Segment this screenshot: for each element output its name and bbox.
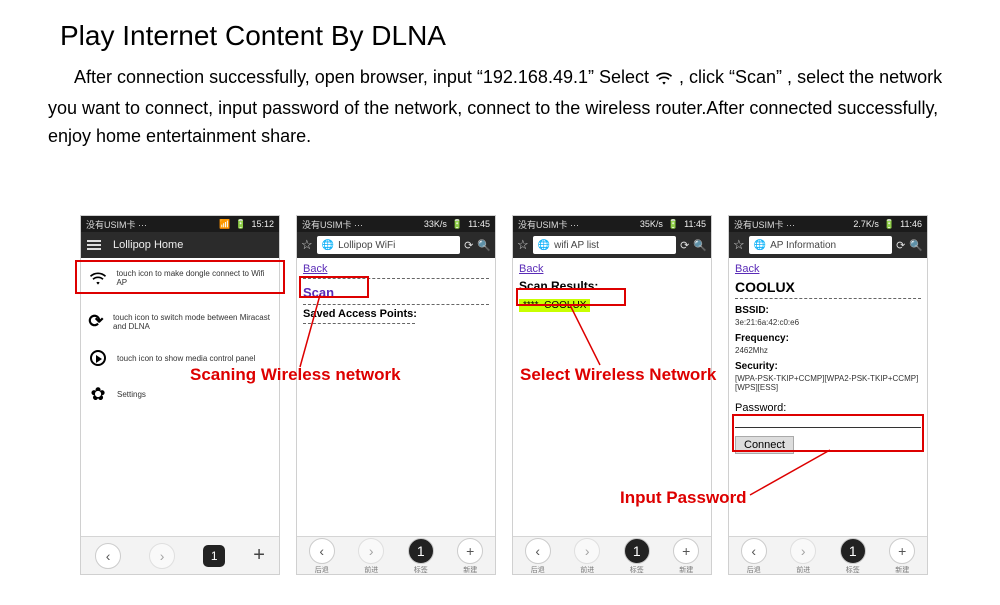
url-field[interactable]: 🌐Lollipop WiFi — [317, 236, 460, 254]
search-icon[interactable]: 🔍 — [909, 239, 923, 252]
password-label: Password: — [735, 402, 921, 414]
annotation-select: Select Wireless Network — [520, 365, 716, 385]
wifi-icon — [654, 67, 674, 95]
gear-icon — [87, 384, 109, 405]
media-control-row[interactable]: touch icon to show media control panel — [87, 350, 273, 366]
browser-bottom-bar: ‹后退 ›前进 1标签 +新建 — [729, 536, 927, 574]
row-label: touch icon to show media control panel — [117, 354, 255, 363]
reload-icon[interactable]: ⟳ — [464, 239, 473, 252]
battery-icon: 🔋 — [452, 219, 463, 230]
back-link[interactable]: Back — [519, 263, 705, 275]
play-icon — [87, 350, 109, 366]
back-link[interactable]: Back — [303, 263, 489, 275]
globe-icon: 🌐 — [538, 240, 550, 251]
carrier-label: 没有USIM卡 ··· — [518, 218, 579, 231]
bookmark-icon[interactable]: ☆ — [733, 237, 745, 253]
new-tab-button[interactable]: + — [457, 538, 483, 564]
carrier-label: 没有USIM卡 ··· — [302, 218, 363, 231]
search-icon[interactable]: 🔍 — [693, 239, 707, 252]
status-bar: 没有USIM卡 ··· 📶 🔋 15:12 — [81, 216, 279, 232]
nav-forward-button[interactable]: › — [574, 538, 600, 564]
battery-icon: 🔋 — [235, 219, 246, 230]
nav-back-button[interactable]: ‹ — [95, 543, 121, 569]
clock-label: 11:46 — [900, 219, 922, 229]
annotation-scan: Scaning Wireless network — [190, 365, 401, 385]
tabs-button[interactable]: 1 — [408, 538, 434, 564]
globe-icon: 🌐 — [754, 240, 766, 251]
speed-label: 2.7K/s — [853, 219, 879, 229]
browser-bottom-bar: ‹后退 ›前进 1标签 +新建 — [297, 536, 495, 574]
nav-forward-button[interactable]: › — [149, 543, 175, 569]
page-title: Play Internet Content By DLNA — [60, 20, 1000, 52]
url-field[interactable]: 🌐wifi AP list — [533, 236, 676, 254]
frequency-label: Frequency: — [735, 333, 921, 344]
highlight-password — [732, 414, 924, 452]
highlight-network — [516, 288, 626, 306]
browser-url-bar: ☆ 🌐wifi AP list ⟳ 🔍 — [513, 232, 711, 258]
bookmark-icon[interactable]: ☆ — [301, 237, 313, 253]
new-tab-button[interactable]: + — [253, 544, 265, 567]
intro-b: , click “Scan” , — [679, 67, 792, 87]
bssid-value: 3e:21:6a:42:c0:e6 — [735, 318, 921, 327]
status-bar: 没有USIM卡 ··· 2.7K/s 🔋 11:46 — [729, 216, 927, 232]
app-header: Lollipop Home — [81, 232, 279, 258]
speed-label: 33K/s — [424, 219, 447, 229]
security-label: Security: — [735, 361, 921, 372]
battery-icon: 🔋 — [884, 219, 895, 230]
screen-scan-results: 没有USIM卡 ··· 35K/s 🔋 11:45 ☆ 🌐wifi AP lis… — [512, 215, 712, 575]
new-tab-button[interactable]: + — [673, 538, 699, 564]
url-field[interactable]: 🌐AP Information — [749, 236, 892, 254]
tabs-badge[interactable]: 1 — [203, 545, 225, 567]
screen-ap-info: 没有USIM卡 ··· 2.7K/s 🔋 11:46 ☆ 🌐AP Informa… — [728, 215, 928, 575]
globe-icon: 🌐 — [322, 240, 334, 251]
browser-bottom-bar: ‹ › 1 + — [81, 536, 279, 574]
clock-label: 11:45 — [468, 219, 490, 229]
app-title: Lollipop Home — [113, 239, 183, 251]
status-bar: 没有USIM卡 ··· 33K/s 🔋 11:45 — [297, 216, 495, 232]
menu-icon[interactable] — [87, 238, 101, 252]
nav-back-button[interactable]: ‹ — [741, 538, 767, 564]
switch-mode-row[interactable]: touch icon to switch mode between Miraca… — [87, 311, 273, 332]
search-icon[interactable]: 🔍 — [477, 239, 491, 252]
screen-home: 没有USIM卡 ··· 📶 🔋 15:12 Lollipop Home touc… — [80, 215, 280, 575]
tabs-button[interactable]: 1 — [624, 538, 650, 564]
tabs-button[interactable]: 1 — [840, 538, 866, 564]
screen-wifi: 没有USIM卡 ··· 33K/s 🔋 11:45 ☆ 🌐Lollipop Wi… — [296, 215, 496, 575]
intro-a: After connection successfully, open brow… — [74, 67, 649, 87]
bssid-label: BSSID: — [735, 305, 921, 316]
clock-label: 11:45 — [684, 219, 706, 229]
refresh-icon — [87, 311, 105, 332]
frequency-value: 2462Mhz — [735, 346, 921, 355]
nav-back-button[interactable]: ‹ — [525, 538, 551, 564]
carrier-label: 没有USIM卡 ··· — [86, 218, 147, 231]
security-value: [WPA-PSK-TKIP+CCMP][WPA2-PSK-TKIP+CCMP][… — [735, 374, 921, 392]
settings-row[interactable]: Settings — [87, 384, 273, 405]
row-label: Settings — [117, 390, 146, 399]
screenshots-row: 没有USIM卡 ··· 📶 🔋 15:12 Lollipop Home touc… — [80, 215, 928, 575]
annotation-password: Input Password — [620, 488, 747, 508]
clock-label: 15:12 — [251, 219, 274, 229]
annotation-line-scan — [300, 295, 450, 375]
back-link[interactable]: Back — [735, 263, 921, 275]
wifi-status-icon: 📶 — [219, 219, 230, 230]
bookmark-icon[interactable]: ☆ — [517, 237, 529, 253]
nav-back-button[interactable]: ‹ — [309, 538, 335, 564]
status-bar: 没有USIM卡 ··· 35K/s 🔋 11:45 — [513, 216, 711, 232]
nav-forward-button[interactable]: › — [790, 538, 816, 564]
battery-icon: 🔋 — [668, 219, 679, 230]
reload-icon[interactable]: ⟳ — [896, 239, 905, 252]
new-tab-button[interactable]: + — [889, 538, 915, 564]
browser-url-bar: ☆ 🌐Lollipop WiFi ⟳ 🔍 — [297, 232, 495, 258]
reload-icon[interactable]: ⟳ — [680, 239, 689, 252]
highlight-wifi-row — [75, 260, 285, 294]
speed-label: 35K/s — [640, 219, 663, 229]
row-label: touch icon to switch mode between Miraca… — [113, 313, 273, 331]
carrier-label: 没有USIM卡 ··· — [734, 218, 795, 231]
nav-forward-button[interactable]: › — [358, 538, 384, 564]
browser-url-bar: ☆ 🌐AP Information ⟳ 🔍 — [729, 232, 927, 258]
ap-name: COOLUX — [735, 279, 921, 295]
browser-bottom-bar: ‹后退 ›前进 1标签 +新建 — [513, 536, 711, 574]
intro-text: After connection successfully, open brow… — [48, 64, 960, 151]
